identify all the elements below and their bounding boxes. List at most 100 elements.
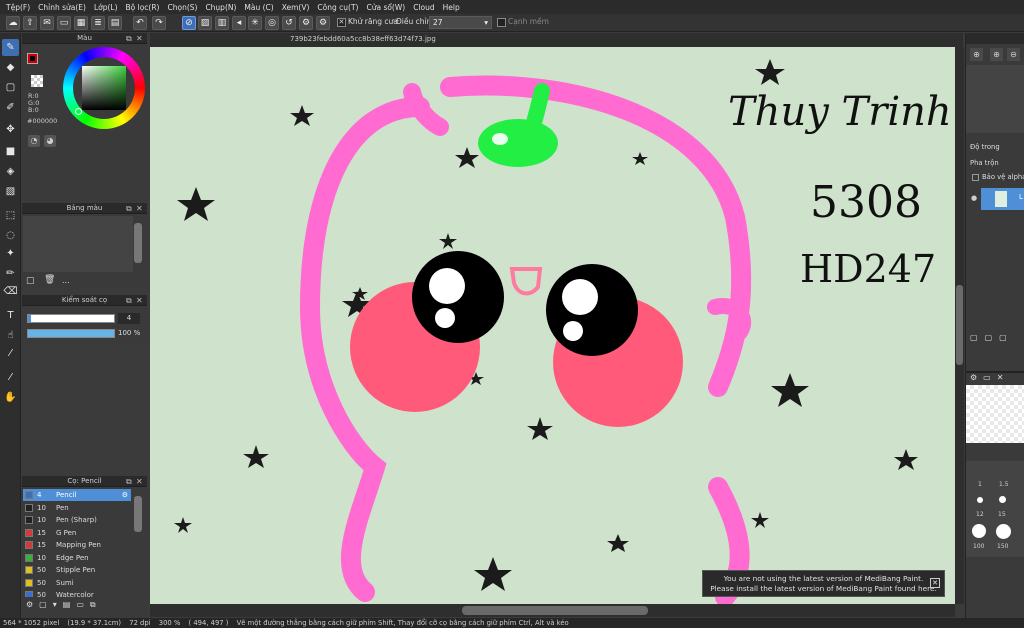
- close-icon[interactable]: ✕: [997, 373, 1010, 382]
- cloud-icon[interactable]: ☁: [6, 16, 20, 30]
- menu-window[interactable]: Cửa sổ(W): [363, 3, 410, 12]
- brush-item[interactable]: 50 Sumi: [23, 577, 131, 589]
- menu-edit[interactable]: Chỉnh sửa(E): [35, 3, 91, 12]
- no-snap-icon[interactable]: ⊘: [182, 16, 196, 30]
- brush-item[interactable]: 15 Mapping Pen: [23, 539, 131, 551]
- menu-filter[interactable]: Bộ lọc(R): [123, 3, 165, 12]
- fill-tool-icon[interactable]: ◈: [2, 163, 19, 180]
- more-options[interactable]: ...: [62, 276, 70, 285]
- dot-tool-icon[interactable]: ▢: [2, 79, 19, 96]
- popout-icon[interactable]: ⧉: [126, 203, 132, 214]
- copy-brush-icon[interactable]: ▤: [63, 600, 77, 609]
- close-icon[interactable]: ✕: [136, 33, 143, 44]
- comment-icon[interactable]: ✉: [40, 16, 54, 30]
- radial-snap-icon[interactable]: ✳: [248, 16, 262, 30]
- brush-item[interactable]: 50 Stipple Pen: [23, 564, 131, 576]
- share-icon[interactable]: ⇪: [23, 16, 37, 30]
- brush-size-15[interactable]: 15: [998, 511, 1006, 518]
- brush-size-150[interactable]: 150: [997, 543, 1008, 550]
- brush-size-slider[interactable]: [27, 314, 115, 323]
- frame-tool-icon[interactable]: ⁄: [2, 345, 19, 362]
- settings-icon[interactable]: ⚙: [316, 16, 330, 30]
- brush-item[interactable]: 10 Edge Pen: [23, 552, 131, 564]
- close-icon[interactable]: ✕: [136, 203, 143, 214]
- menu-tools[interactable]: Công cụ(T): [314, 3, 363, 12]
- select-tool-icon[interactable]: ⬚: [2, 207, 19, 224]
- brush-item[interactable]: 10 Pen: [23, 502, 131, 514]
- grid-icon[interactable]: ▦: [74, 16, 88, 30]
- add-brush-icon[interactable]: ⚙: [26, 600, 39, 609]
- brush-item[interactable]: 4 Pencil ⚙: [23, 489, 131, 501]
- gear-icon[interactable]: ⚙: [299, 16, 313, 30]
- popout-icon[interactable]: ⧉: [126, 476, 132, 487]
- transparent-color-swatch[interactable]: [31, 75, 43, 87]
- eraser-tool-icon[interactable]: ◆: [2, 59, 19, 76]
- eyedrop-icon[interactable]: ◕: [44, 135, 56, 147]
- folder-icon[interactable]: ▭: [983, 373, 997, 382]
- saturation-box[interactable]: [82, 66, 126, 110]
- folder-icon[interactable]: ▭: [76, 600, 90, 609]
- eye-icon[interactable]: ●: [971, 194, 977, 202]
- shape-tool-icon[interactable]: ■: [2, 143, 19, 160]
- brush-size-1-5[interactable]: 1.5: [999, 481, 1009, 488]
- brush-item[interactable]: 10 Pen (Sharp): [23, 514, 131, 526]
- brush-opacity-slider[interactable]: [27, 329, 115, 338]
- close-icon[interactable]: ✕: [136, 476, 143, 487]
- brush-size-value[interactable]: 4: [118, 313, 140, 324]
- curve-snap-icon[interactable]: ↺: [282, 16, 296, 30]
- text-tool-icon[interactable]: T: [2, 307, 19, 324]
- redo-icon[interactable]: ↷: [152, 16, 166, 30]
- trash-icon[interactable]: 🗑: [44, 275, 55, 286]
- horizontal-scroll-thumb[interactable]: [462, 606, 648, 615]
- new-layer-icon[interactable]: ▢: [970, 333, 985, 342]
- brush-size-12[interactable]: 12: [976, 511, 984, 518]
- brush-page-icon[interactable]: ▢: [39, 600, 53, 609]
- parallel-snap-icon[interactable]: ▨: [198, 16, 212, 30]
- operation-tool-icon[interactable]: ☝: [2, 327, 19, 344]
- foreground-color-swatch[interactable]: [27, 53, 38, 64]
- eyedropper-icon[interactable]: ⁄: [2, 369, 19, 386]
- zoom-fit-icon[interactable]: ⊖: [1007, 48, 1020, 61]
- material-preview[interactable]: [966, 385, 1024, 443]
- close-icon[interactable]: ✕: [136, 295, 143, 306]
- zoom-out-icon[interactable]: ⊕: [990, 48, 1003, 61]
- move-tool-icon[interactable]: ✥: [2, 121, 19, 138]
- menu-color[interactable]: Màu (C): [241, 3, 278, 12]
- antialias-checkbox[interactable]: [337, 18, 346, 27]
- select-eraser-icon[interactable]: ⌫: [2, 283, 19, 300]
- palette-list[interactable]: [23, 216, 133, 272]
- update-notice[interactable]: You are not using the latest version of …: [702, 570, 945, 597]
- color-wheel[interactable]: [63, 47, 145, 129]
- circle-snap-icon[interactable]: ◎: [265, 16, 279, 30]
- vertical-scroll-thumb[interactable]: [956, 285, 963, 365]
- chat-icon[interactable]: ▭: [57, 16, 71, 30]
- close-icon[interactable]: ✕: [930, 578, 940, 588]
- lasso-tool-icon[interactable]: ◌: [2, 227, 19, 244]
- palette-scrollbar[interactable]: [134, 223, 142, 263]
- gear-icon[interactable]: ⚙: [122, 489, 128, 501]
- magic-wand-icon[interactable]: ✦: [2, 245, 19, 262]
- brush-item[interactable]: 15 G Pen: [23, 527, 131, 539]
- copy-layer-icon[interactable]: ▢: [985, 333, 1000, 342]
- layer-row[interactable]: L: [981, 188, 1024, 210]
- select-pen-icon[interactable]: ✏: [2, 265, 19, 282]
- zoom-in-icon[interactable]: ⊕: [970, 48, 983, 61]
- hue-cursor[interactable]: [75, 108, 82, 115]
- new-palette-icon[interactable]: ▢: [26, 276, 37, 287]
- menu-file[interactable]: Tệp(F): [3, 3, 35, 12]
- protect-alpha-checkbox[interactable]: [972, 174, 979, 181]
- table-icon[interactable]: ▤: [108, 16, 122, 30]
- navigator-preview[interactable]: [966, 65, 1024, 133]
- adjust-select[interactable]: 27 ▾: [429, 16, 492, 29]
- menu-cloud[interactable]: Cloud: [410, 3, 439, 12]
- brush-menu-icon[interactable]: ▾: [53, 600, 63, 609]
- menu-help[interactable]: Help: [440, 3, 465, 12]
- cross-snap-icon[interactable]: ▥: [215, 16, 229, 30]
- menu-view[interactable]: Xem(V): [279, 3, 315, 12]
- menu-capture[interactable]: Chụp(N): [202, 3, 241, 12]
- delete-layer-icon[interactable]: ▢: [999, 333, 1014, 342]
- palette-icon[interactable]: ◔: [28, 135, 40, 147]
- menu-layer[interactable]: Lớp(L): [91, 3, 123, 12]
- brush-size-1[interactable]: 1: [978, 481, 982, 488]
- blur-tool-icon[interactable]: ✐: [2, 99, 19, 116]
